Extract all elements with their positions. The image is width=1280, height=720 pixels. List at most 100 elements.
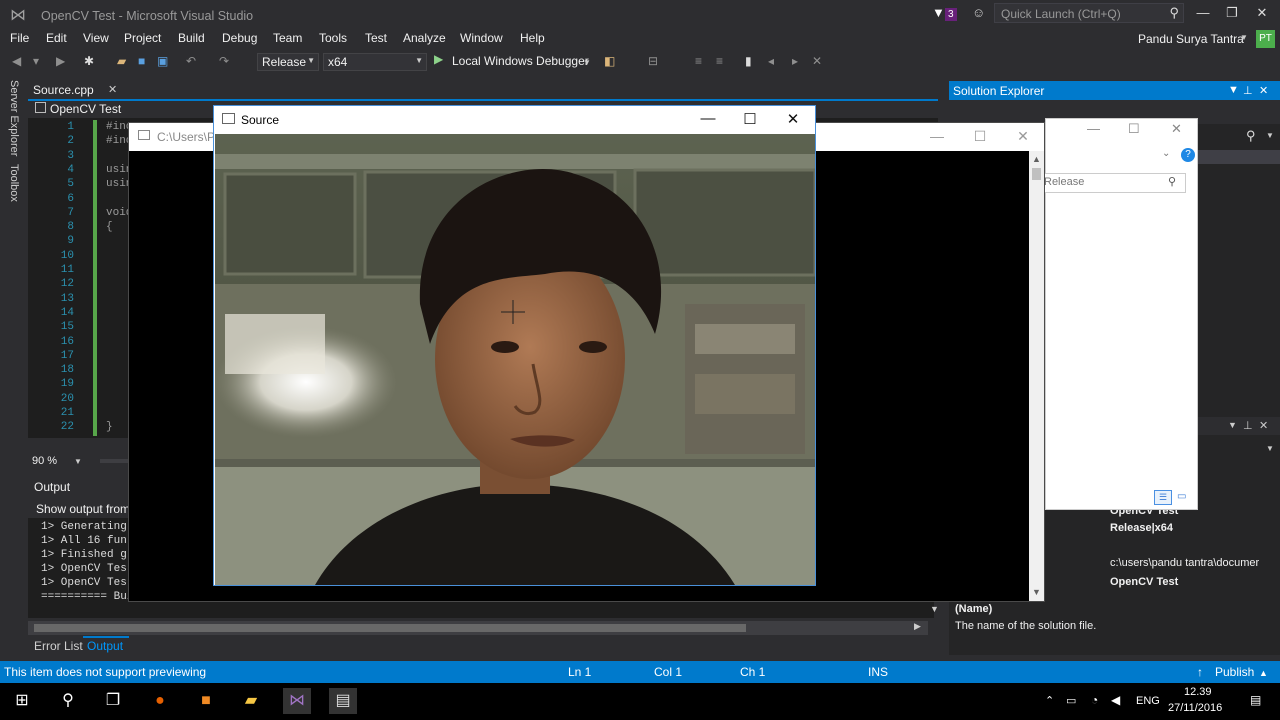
code-line[interactable]: {	[106, 221, 113, 233]
file-explorer-icon[interactable]: ▰	[237, 688, 265, 714]
forward-icon[interactable]: ▶	[56, 54, 65, 68]
align-icon[interactable]: ≡	[695, 54, 702, 68]
maximize-button[interactable]: ❐	[1222, 5, 1242, 21]
bookmark-icon[interactable]: ▮	[745, 54, 752, 68]
user-name[interactable]: Pandu Surya Tantra	[1138, 32, 1244, 46]
close-icon[interactable]: ✕	[1259, 84, 1268, 97]
close-icon[interactable]: ✕	[108, 83, 117, 96]
scroll-down-arrow-icon[interactable]: ▼	[1032, 587, 1041, 597]
menu-team[interactable]: Team	[273, 31, 302, 45]
output-scrollbar-thumb[interactable]	[34, 624, 746, 632]
configuration-dropdown[interactable]: Release ▼	[257, 53, 319, 71]
notification-flag-icon[interactable]: ▼	[932, 5, 945, 20]
zoom-level[interactable]: 90 %	[32, 455, 57, 467]
close-button[interactable]: ✕	[1252, 5, 1272, 21]
attach-icon[interactable]: ◧	[604, 54, 615, 68]
property-value[interactable]: c:\users\pandu tantra\documer	[1110, 557, 1259, 569]
document-tab-label[interactable]: Source.cpp	[33, 83, 94, 97]
minimize-button[interactable]: —	[922, 128, 952, 144]
pin-icon[interactable]: ⊥	[1243, 419, 1253, 432]
chevron-down-icon[interactable]: ▼	[1240, 33, 1248, 42]
quick-launch-input[interactable]: Quick Launch (Ctrl+Q) ⚲	[994, 3, 1184, 23]
close-icon[interactable]: ✕	[1259, 419, 1268, 432]
start-debugging-button[interactable]: Local Windows Debugger	[452, 54, 589, 68]
tab-output[interactable]: Output	[83, 636, 129, 654]
maximize-button[interactable]: ☐	[965, 128, 995, 145]
chevron-down-icon[interactable]: ▼	[583, 58, 591, 67]
save-all-icon[interactable]: ▣	[157, 54, 168, 68]
chevron-down-icon[interactable]: ⌄	[1162, 148, 1170, 159]
menu-build[interactable]: Build	[178, 31, 205, 45]
input-language[interactable]: ENG	[1136, 695, 1160, 707]
redo-icon[interactable]: ↷	[219, 54, 229, 68]
menu-window[interactable]: Window	[460, 31, 503, 45]
indent-icon[interactable]: ≡	[716, 54, 723, 68]
search-icon[interactable]: ⚲	[54, 688, 82, 714]
feedback-icon[interactable]: ☺	[972, 5, 985, 20]
chevron-down-icon[interactable]: ▼	[74, 457, 82, 466]
menu-view[interactable]: View	[83, 31, 109, 45]
clock-time[interactable]: 12.39	[1184, 686, 1212, 698]
windows-start-icon[interactable]: ⊞	[8, 688, 36, 714]
help-icon[interactable]: ?	[1181, 148, 1195, 162]
menu-test[interactable]: Test	[365, 31, 387, 45]
alphabetical-view-icon[interactable]: ▭	[1177, 491, 1186, 502]
property-value[interactable]: Release|x64	[1110, 522, 1173, 534]
menu-debug[interactable]: Debug	[222, 31, 257, 45]
pin-icon[interactable]: ⊥	[1243, 84, 1253, 97]
open-folder-icon[interactable]: ▰	[117, 54, 126, 68]
console-scrollbar-thumb[interactable]	[1032, 168, 1041, 180]
selected-tree-row[interactable]	[1198, 150, 1280, 164]
undo-icon[interactable]: ↶	[186, 54, 196, 68]
platform-dropdown[interactable]: x64 ▼	[323, 53, 427, 71]
close-button[interactable]: ✕	[1008, 128, 1038, 145]
property-value[interactable]: OpenCV Test	[1110, 576, 1178, 588]
code-line[interactable]: }	[106, 421, 113, 433]
chevron-up-icon[interactable]: ⌃	[1045, 694, 1054, 707]
clock-date[interactable]: 27/11/2016	[1168, 702, 1222, 714]
menu-help[interactable]: Help	[520, 31, 545, 45]
save-icon[interactable]: ■	[138, 54, 145, 68]
avatar[interactable]: PT	[1256, 30, 1275, 48]
console-scrollbar[interactable]	[1029, 151, 1044, 601]
project-dropdown[interactable]: OpenCV Test	[50, 102, 121, 116]
menu-file[interactable]: File	[10, 31, 29, 45]
search-icon[interactable]: ⚲	[1168, 175, 1176, 188]
maximize-button[interactable]: ☐	[1128, 121, 1140, 137]
tab-error-list[interactable]: Error List	[34, 639, 83, 653]
categorized-view-icon[interactable]: ☰	[1154, 490, 1172, 505]
wifi-icon[interactable]: ◔	[1091, 693, 1098, 707]
step-icon[interactable]: ⊟	[648, 54, 658, 68]
menu-edit[interactable]: Edit	[46, 31, 67, 45]
chevron-down-icon[interactable]: ▼	[1228, 420, 1237, 430]
media-app-icon[interactable]: ■	[192, 688, 220, 714]
server-explorer-tab[interactable]: Server Explorer	[8, 80, 20, 156]
chevron-down-icon[interactable]: ▼	[1266, 444, 1274, 453]
minimize-button[interactable]: —	[1087, 121, 1100, 136]
close-button[interactable]: ✕	[779, 110, 807, 128]
chevron-down-icon[interactable]: ▼	[1266, 131, 1274, 140]
menu-analyze[interactable]: Analyze	[403, 31, 446, 45]
bookmark-clear-icon[interactable]: ✕	[812, 54, 822, 68]
webcam-frame[interactable]	[215, 134, 815, 585]
firefox-icon[interactable]: ●	[146, 688, 174, 714]
maximize-button[interactable]: ☐	[736, 110, 764, 128]
dropdown-icon[interactable]: ▾	[33, 54, 39, 68]
minimize-button[interactable]: —	[1193, 5, 1213, 21]
action-center-icon[interactable]: ▤	[1250, 693, 1261, 707]
volume-icon[interactable]: ◀	[1111, 693, 1120, 707]
task-view-icon[interactable]: ❐	[99, 688, 127, 714]
publish-button[interactable]: Publish	[1215, 665, 1254, 679]
minimize-button[interactable]: —	[694, 110, 722, 127]
back-icon[interactable]: ◀	[12, 54, 21, 68]
menu-tools[interactable]: Tools	[319, 31, 347, 45]
notification-badge[interactable]: 3	[945, 8, 957, 21]
close-button[interactable]: ✕	[1171, 121, 1182, 137]
toolbox-tab[interactable]: Toolbox	[8, 164, 20, 202]
console-taskbar-icon[interactable]: ▤	[329, 688, 357, 714]
chevron-up-icon[interactable]: ▲	[1259, 668, 1268, 678]
publish-icon[interactable]: ↑	[1197, 665, 1203, 679]
visual-studio-taskbar-icon[interactable]: ⋈	[283, 688, 311, 714]
bookmark-next-icon[interactable]: ▸	[792, 54, 798, 68]
menu-project[interactable]: Project	[124, 31, 161, 45]
